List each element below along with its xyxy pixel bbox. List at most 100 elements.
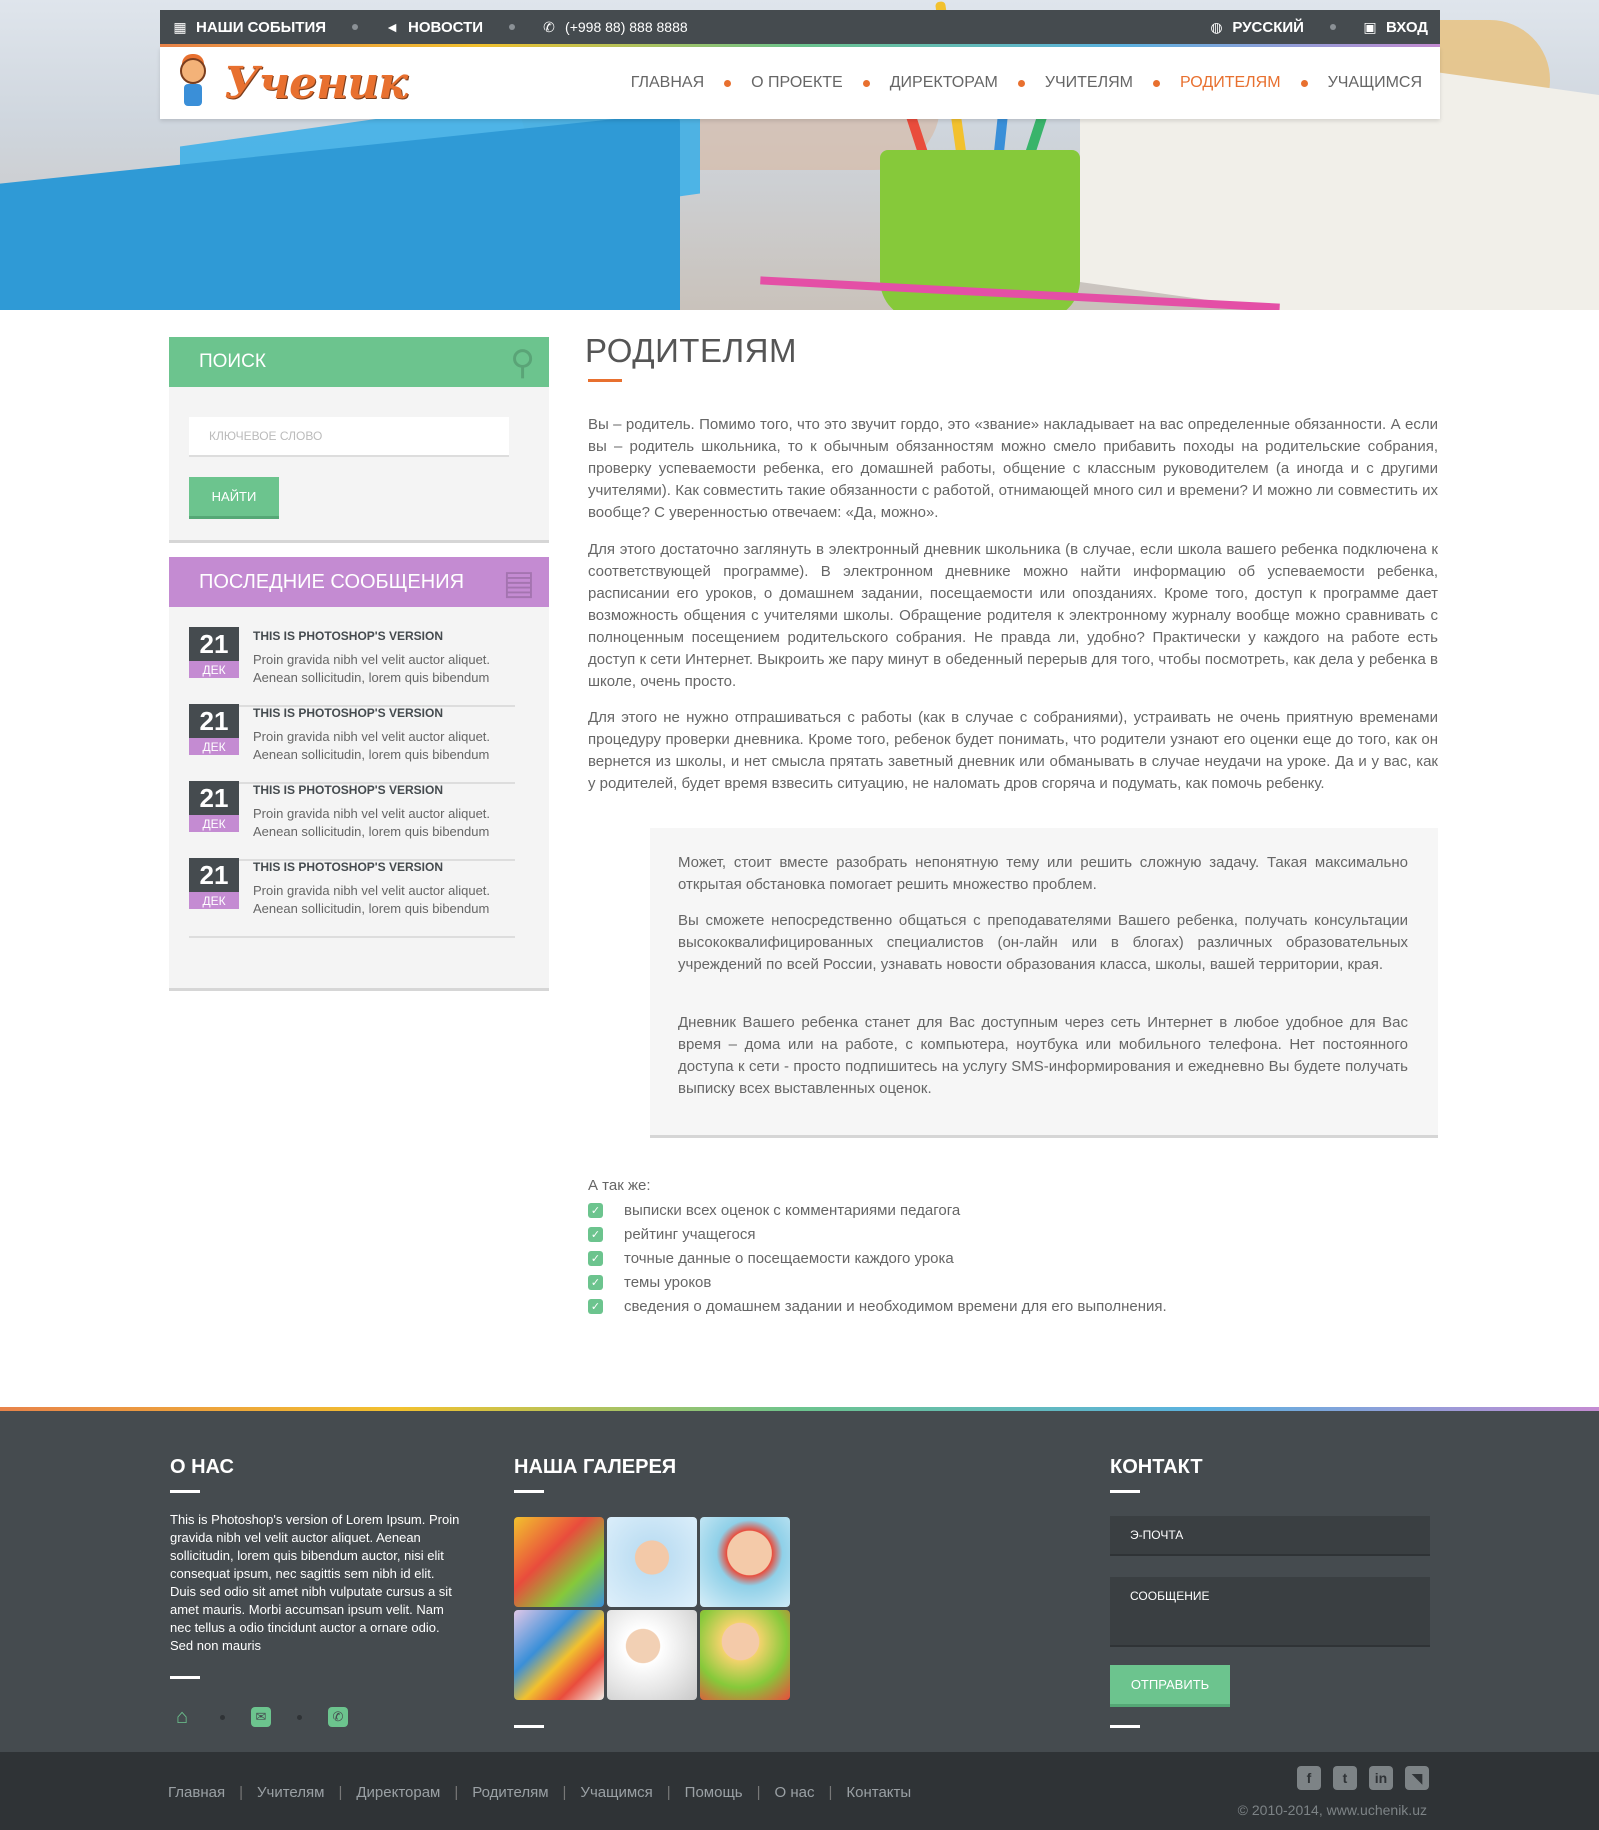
date-badge: 21 ДЕК [189, 781, 239, 833]
message-field[interactable]: СООБЩЕНИЕ [1110, 1577, 1430, 1647]
email-field[interactable]: Э-ПОЧТА [1110, 1516, 1430, 1556]
main-nav: ГЛАВНАЯ О ПРОЕКТЕ ДИРЕКТОРАМ УЧИТЕЛЯМ РОДИТЕ… [631, 74, 1422, 92]
feature-item: ✓ темы уроков [588, 1270, 1167, 1294]
check-icon: ✓ [588, 1250, 603, 1266]
gallery-title: НАША ГАЛЕРЕЯ [514, 1456, 677, 1478]
date-day: 21 [189, 858, 239, 892]
nav-item[interactable]: О ПРОЕКТЕ [751, 74, 843, 92]
gallery [514, 1517, 790, 1700]
recent-messages-header: ПОСЛЕДНИЕ СООБЩЕНИЯ ▤ [169, 557, 549, 607]
paragraph: Для этого достаточно заглянуть в электро… [588, 541, 1438, 690]
copyright: © 2010-2014, www.uchenik.uz [1237, 1802, 1427, 1818]
linkedin-icon[interactable]: in [1369, 1766, 1393, 1790]
quote-paragraph: Может, стоит вместе разобрать непонятную… [678, 854, 1408, 893]
recent-messages-widget: ПОСЛЕДНИЕ СООБЩЕНИЯ ▤ 21 ДЕК THIS IS PHOTO… [169, 557, 549, 991]
message-excerpt: Proin gravida nibh vel velit auctor aliq… [253, 652, 491, 685]
paragraph: Для этого не нужно отпрашиваться с работ… [588, 709, 1438, 792]
gallery-image[interactable] [607, 1610, 697, 1700]
message-title: THIS IS PHOTOSHOP'S VERSION [253, 783, 444, 797]
nav-item[interactable]: РОДИТЕЛЯМ [1180, 74, 1281, 92]
rss-icon[interactable]: ◥ [1405, 1766, 1429, 1790]
message-excerpt: Proin gravida nibh vel velit auctor aliq… [253, 806, 491, 839]
phone-link[interactable]: ✆ (+998 88) 888 8888 [541, 18, 687, 36]
login-link[interactable]: ▣ ВХОД [1362, 19, 1428, 36]
date-month: ДЕК [189, 661, 239, 678]
lock-icon: ▣ [1363, 18, 1377, 35]
home-icon[interactable]: ⌂ [170, 1705, 194, 1729]
nav-item[interactable]: ДИРЕКТОРАМ [890, 74, 998, 92]
gallery-image[interactable] [700, 1517, 790, 1607]
bottom-nav-link[interactable]: Учащимся [580, 1784, 652, 1801]
bottom-nav-link[interactable]: О нас [775, 1784, 815, 1801]
date-month: ДЕК [189, 738, 239, 755]
language-selector[interactable]: ◍ РУССКИЙ [1208, 19, 1304, 36]
search-input[interactable]: КЛЮЧЕВОЕ СЛОВО [189, 417, 509, 457]
phone-icon: ✆ [543, 18, 555, 35]
bottom-nav: Главная | Учителям | Директорам | Родителям | Уч… [168, 1784, 912, 1801]
megaphone-icon: ◄ [385, 19, 399, 35]
bottom-nav-link[interactable]: Директорам [356, 1784, 440, 1801]
bottom-nav-link[interactable]: Помощь [685, 1784, 743, 1801]
bottom-nav-link[interactable]: Контакты [846, 1784, 911, 1801]
feature-text: темы уроков [624, 1273, 712, 1291]
title-underline [588, 379, 622, 382]
message-excerpt: Proin gravida nibh vel velit auctor aliq… [253, 729, 491, 762]
nav-item[interactable]: УЧИТЕЛЯМ [1045, 74, 1133, 92]
bottom-nav-link[interactable]: Учителям [257, 1784, 324, 1801]
search-widget: ПОИСК ⚲ КЛЮЧЕВОЕ СЛОВО НАЙТИ [169, 337, 549, 543]
bottom-nav-link[interactable]: Родителям [472, 1784, 548, 1801]
bottom-bar: Главная | Учителям | Директорам | Родителям | Уч… [0, 1752, 1599, 1830]
message-title: THIS IS PHOTOSHOP'S VERSION [253, 706, 444, 720]
check-icon: ✓ [588, 1226, 603, 1242]
nav-item[interactable]: УЧАЩИМСЯ [1328, 74, 1422, 92]
feature-list: ✓ выписки всех оценок с комментариями пед… [588, 1198, 1167, 1318]
date-day: 21 [189, 627, 239, 661]
find-button[interactable]: НАЙТИ [189, 477, 279, 519]
document-icon: ▤ [502, 564, 535, 602]
nav-item[interactable]: ГЛАВНАЯ [631, 74, 704, 92]
recent-message-item[interactable]: 21 ДЕК THIS IS PHOTOSHOP'S VERSION Proin gr… [189, 627, 515, 707]
page-title: РОДИТЕЛЯМ [585, 332, 797, 369]
gallery-image[interactable] [607, 1517, 697, 1607]
globe-icon: ◍ [1210, 18, 1223, 35]
recent-message-item[interactable]: 21 ДЕК THIS IS PHOTOSHOP'S VERSION Proin gr… [189, 704, 515, 784]
date-badge: 21 ДЕК [189, 704, 239, 756]
bottom-nav-link[interactable]: Главная [168, 1784, 225, 1801]
date-badge: 21 ДЕК [189, 858, 239, 910]
gallery-image[interactable] [514, 1517, 604, 1607]
gallery-image[interactable] [514, 1610, 604, 1700]
logo[interactable]: Ученик [172, 54, 408, 112]
site-header: Ученик ГЛАВНАЯ О ПРОЕКТЕ ДИРЕКТОРАМ УЧИТЕЛЯ… [160, 47, 1440, 119]
recent-message-item[interactable]: 21 ДЕК THIS IS PHOTOSHOP'S VERSION Proin gr… [189, 781, 515, 861]
about-text: This is Photoshop's version of Lorem Ips… [170, 1512, 460, 1653]
date-month: ДЕК [189, 815, 239, 832]
phone-icon[interactable]: ✆ [328, 1707, 348, 1727]
events-link[interactable]: ▦ НАШИ СОБЫТИЯ [172, 19, 326, 36]
check-icon: ✓ [588, 1202, 603, 1218]
quote-paragraph: Дневник Вашего ребенка станет для Вас до… [678, 1014, 1408, 1097]
paragraph: Вы – родитель. Помимо того, что это звуч… [588, 416, 1438, 521]
mascot-icon [172, 54, 214, 112]
message-title: THIS IS PHOTOSHOP'S VERSION [253, 860, 444, 874]
facebook-icon[interactable]: f [1297, 1766, 1321, 1790]
recent-message-item[interactable]: 21 ДЕК THIS IS PHOTOSHOP'S VERSION Proin gr… [189, 858, 515, 938]
gallery-image[interactable] [700, 1610, 790, 1700]
feature-item: ✓ точные данные о посещаемости каждого ур… [588, 1246, 1167, 1270]
quote-block: Может, стоит вместе разобрать непонятную… [650, 828, 1438, 1138]
about-title: О НАС [170, 1456, 234, 1478]
mail-icon[interactable]: ✉ [251, 1707, 271, 1727]
logo-text: Ученик [224, 57, 408, 109]
calendar-icon: ▦ [173, 18, 187, 35]
check-icon: ✓ [588, 1274, 603, 1290]
footer: О НАС This is Photoshop's version of Lor… [0, 1411, 1599, 1752]
bottom-social-links: f t in ◥ [1297, 1766, 1429, 1790]
send-button[interactable]: ОТПРАВИТЬ [1110, 1665, 1230, 1707]
news-link[interactable]: ◄ НОВОСТИ [384, 19, 483, 36]
twitter-icon[interactable]: t [1333, 1766, 1357, 1790]
feature-text: выписки всех оценок с комментариями педа… [624, 1201, 961, 1219]
feature-item: ✓ выписки всех оценок с комментариями пед… [588, 1198, 1167, 1222]
check-icon: ✓ [588, 1298, 603, 1314]
date-day: 21 [189, 704, 239, 738]
date-badge: 21 ДЕК [189, 627, 239, 679]
footer-social-links: ⌂ ✉ ✆ [170, 1705, 348, 1729]
